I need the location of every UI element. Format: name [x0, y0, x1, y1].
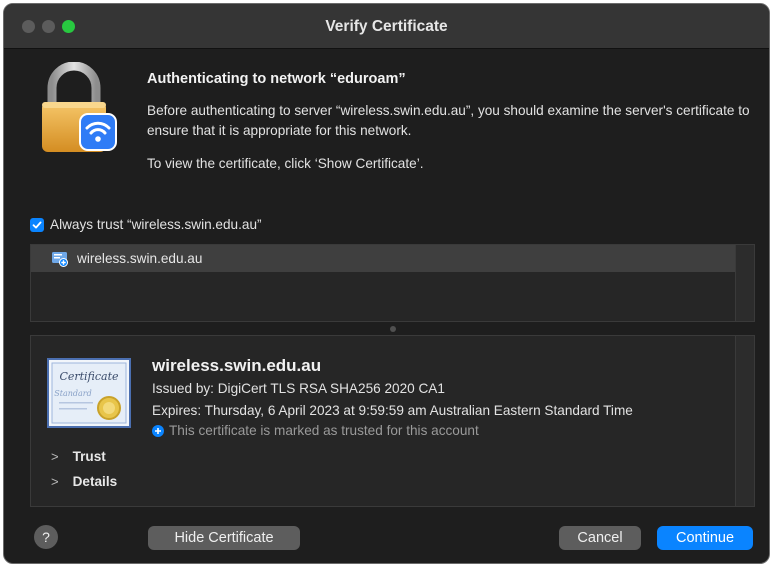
cancel-button[interactable]: Cancel — [559, 526, 641, 550]
split-handle[interactable] — [390, 326, 396, 332]
hide-certificate-button[interactable]: Hide Certificate — [148, 526, 300, 550]
certificate-icon: Certificate Standard — [47, 358, 131, 428]
certificate-expiry: Expires: Thursday, 6 April 2023 at 9:59:… — [152, 403, 633, 418]
list-item[interactable]: wireless.swin.edu.au — [31, 245, 736, 272]
window-title: Verify Certificate — [325, 18, 448, 35]
certificate-details-panel: Certificate Standard wireless.swin.edu.a… — [30, 335, 755, 507]
verify-certificate-dialog: Verify Certificate Authenticating to net… — [3, 3, 770, 564]
details-scrollbar[interactable] — [735, 336, 754, 506]
certificate-icon-title: Certificate — [59, 370, 119, 383]
details-disclosure-label: Details — [72, 474, 118, 489]
chevron-right-icon[interactable]: > — [51, 474, 59, 489]
always-trust-label: Always trust “wireless.swin.edu.au” — [50, 217, 262, 232]
title-bar: Verify Certificate — [4, 4, 769, 49]
certificate-chain-list: wireless.swin.edu.au — [30, 244, 755, 322]
dialog-instruction: To view the certificate, click ‘Show Cer… — [147, 156, 424, 171]
list-scrollbar[interactable] — [735, 245, 754, 321]
trusted-status: This certificate is marked as trusted fo… — [152, 423, 479, 438]
checkmark-icon[interactable] — [30, 217, 44, 232]
certificate-issuer: Issued by: DigiCert TLS RSA SHA256 2020 … — [152, 381, 445, 396]
trust-disclosure[interactable]: > Trust — [51, 449, 106, 464]
dialog-heading: Authenticating to network “eduroam” — [147, 71, 406, 87]
trusted-status-text: This certificate is marked as trusted fo… — [169, 423, 479, 438]
lock-wifi-icon — [42, 62, 117, 152]
continue-button[interactable]: Continue — [657, 526, 753, 550]
trust-disclosure-label: Trust — [72, 449, 106, 464]
plus-circle-icon — [152, 424, 164, 437]
list-item-label: wireless.swin.edu.au — [77, 251, 203, 266]
dialog-description: Before authenticating to server “wireles… — [147, 103, 750, 138]
always-trust-checkbox[interactable]: Always trust “wireless.swin.edu.au” — [30, 217, 262, 232]
certificate-name: wireless.swin.edu.au — [152, 356, 322, 375]
details-disclosure[interactable]: > Details — [51, 474, 117, 489]
certificate-icon-subtitle: Standard — [54, 389, 91, 398]
chevron-right-icon[interactable]: > — [51, 449, 59, 464]
help-button[interactable]: ? — [34, 525, 58, 549]
certificate-small-icon — [52, 251, 68, 267]
